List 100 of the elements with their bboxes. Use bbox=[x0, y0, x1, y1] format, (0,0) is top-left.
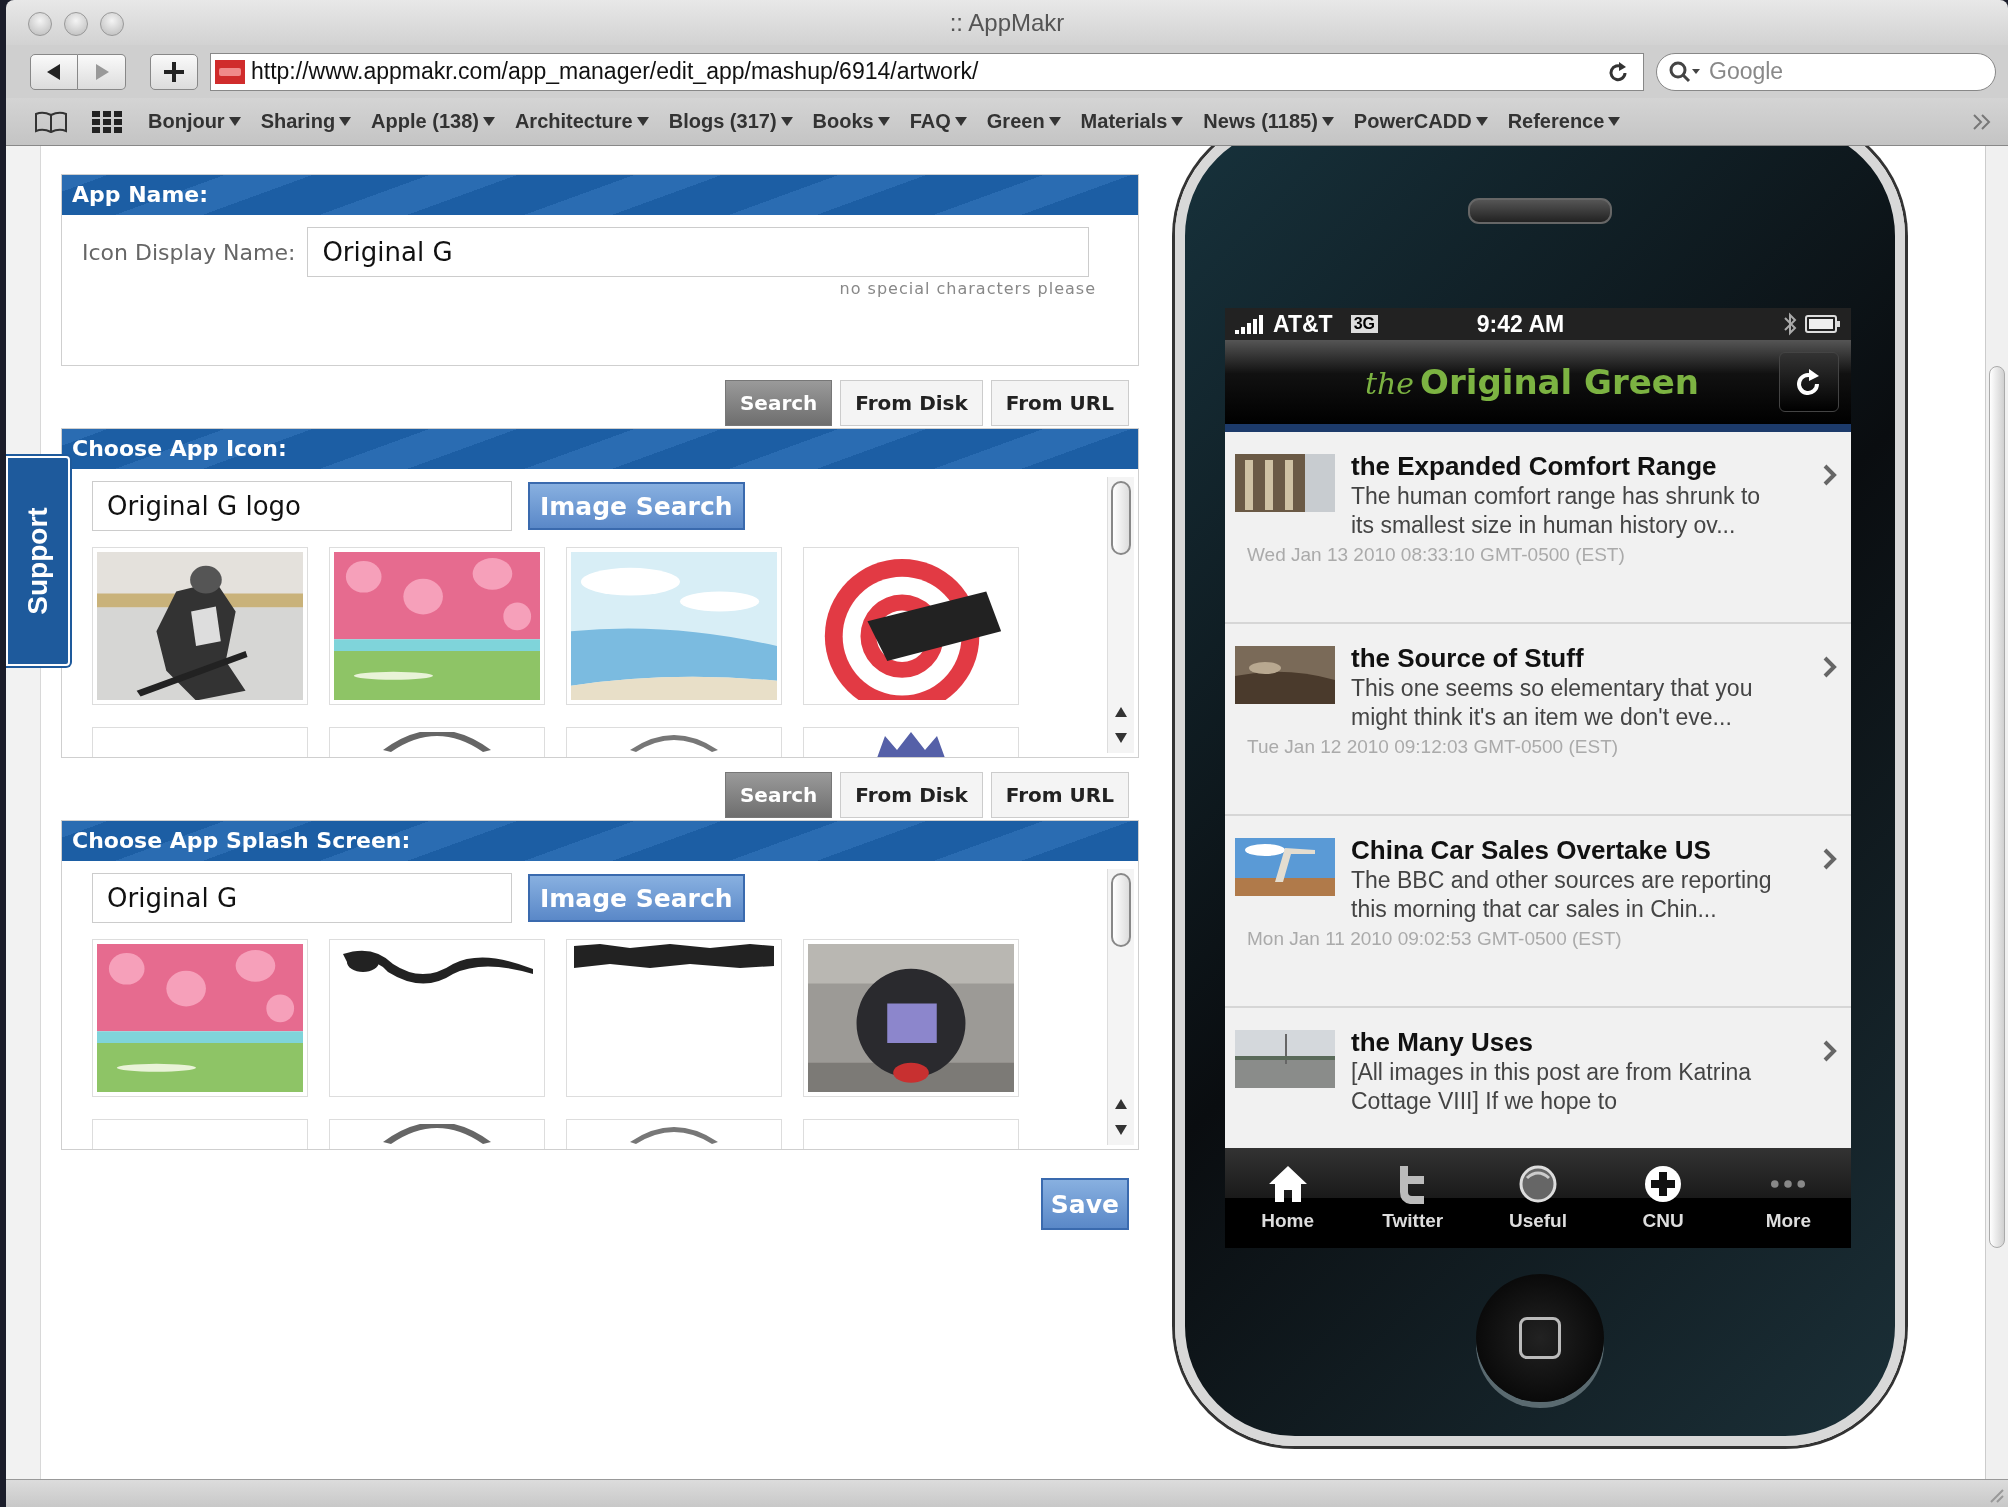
chevron-icon bbox=[1823, 1040, 1837, 1062]
battery-icon bbox=[1805, 315, 1841, 333]
window-title: :: AppMakr bbox=[949, 8, 1065, 37]
field-hint: no special characters please bbox=[839, 279, 1096, 298]
article-summary: The BBC and other sources are reporting this morning that car sales in Chin... bbox=[1351, 866, 1773, 924]
dropdown-caret-icon bbox=[954, 117, 967, 126]
bookmark-menu[interactable]: Architecture bbox=[514, 110, 649, 133]
dropdown-caret-icon bbox=[636, 117, 649, 126]
more-bookmarks-chevron-icon[interactable] bbox=[1972, 112, 1992, 131]
bookmark-menu[interactable]: Books bbox=[812, 110, 890, 133]
scroll-up-button[interactable] bbox=[1115, 1099, 1127, 1109]
bookmark-menu[interactable]: News (1185) bbox=[1203, 110, 1334, 133]
address-field[interactable]: http://www.appmakr.com/app_manager/edit_app/mashup/6914/artwork/ bbox=[210, 52, 1644, 91]
source-tab[interactable]: From URL bbox=[990, 772, 1129, 818]
top-sites-grid-icon[interactable] bbox=[92, 110, 122, 133]
forward-icon bbox=[93, 62, 110, 81]
tab-item[interactable]: CNU bbox=[1608, 1148, 1719, 1248]
article-row[interactable]: the Expanded Comfort Range The human comfort range has shrunk to its smallest size in human history ov... Wed Jan 13 2010 08:33:10 GMT-0500 (EST) bbox=[1225, 432, 1851, 624]
field-label: Icon Display Name: bbox=[82, 239, 296, 265]
dropdown-caret-icon bbox=[339, 117, 352, 126]
carrier-name: AT&T bbox=[1273, 310, 1333, 338]
search-field[interactable]: Google bbox=[1656, 52, 1996, 91]
refresh-button[interactable] bbox=[1779, 352, 1839, 412]
search-icon[interactable] bbox=[1668, 59, 1702, 84]
add-bookmark-button[interactable] bbox=[150, 53, 198, 90]
article-row[interactable]: China Car Sales Overtake US The BBC and other sources are reporting this morning that car sales in Chin... Mon Jan 11 2010 09:02:53 GMT-0500 (EST) bbox=[1225, 816, 1851, 1008]
bookmark-menu[interactable]: Blogs (317) bbox=[668, 110, 793, 133]
close-button[interactable] bbox=[28, 12, 52, 36]
signal-icon bbox=[1235, 314, 1265, 334]
tab-item[interactable]: More bbox=[1733, 1148, 1844, 1248]
scrollbar-thumb[interactable] bbox=[1111, 481, 1131, 555]
scrollbar[interactable] bbox=[1107, 869, 1134, 1145]
clock-time: 9:42 AM bbox=[1475, 310, 1566, 338]
scroll-down-button[interactable] bbox=[1115, 733, 1127, 743]
scrollbar-thumb[interactable] bbox=[1989, 366, 2005, 1248]
section-header: Choose App Icon: bbox=[62, 429, 1138, 469]
bluetooth-icon bbox=[1783, 312, 1797, 336]
article-title: the Expanded Comfort Range bbox=[1351, 450, 1718, 482]
bookmark-menu[interactable]: FAQ bbox=[909, 110, 967, 133]
image-query-field[interactable]: Original G logo bbox=[92, 481, 512, 531]
article-summary: The human comfort range has shrunk to its smallest size in human history ov... bbox=[1351, 482, 1762, 540]
app-title: Original Green bbox=[1420, 362, 1700, 402]
back-icon bbox=[46, 62, 62, 81]
bookmark-menu[interactable]: Reference bbox=[1507, 110, 1621, 133]
back-button[interactable] bbox=[30, 53, 78, 90]
bookmark-menu[interactable]: PowerCADD bbox=[1353, 110, 1488, 133]
dropdown-caret-icon bbox=[877, 117, 890, 126]
scroll-down-button[interactable] bbox=[1115, 1125, 1127, 1135]
site-favicon-icon bbox=[215, 59, 245, 84]
tab-item[interactable]: Home bbox=[1232, 1148, 1343, 1248]
chevron-icon bbox=[1823, 656, 1837, 678]
reload-icon[interactable] bbox=[1607, 59, 1629, 84]
article-row[interactable]: the Source of Stuff This one seems so elementary that you might think it's an item we don't eve... Tue Jan 12 2010 09:12:03 GMT-0500 (EST) bbox=[1225, 624, 1851, 816]
source-tab[interactable]: From Disk bbox=[840, 380, 983, 426]
zoom-button[interactable] bbox=[100, 12, 124, 36]
dropdown-caret-icon bbox=[1171, 117, 1184, 126]
article-title: the Source of Stuff bbox=[1351, 642, 1585, 674]
article-title: China Car Sales Overtake US bbox=[1351, 834, 1712, 866]
bookmark-menu[interactable]: Green bbox=[986, 110, 1061, 133]
source-tab[interactable]: Search bbox=[724, 772, 833, 818]
source-tab[interactable]: Search bbox=[724, 380, 833, 426]
dropdown-caret-icon bbox=[1048, 117, 1061, 126]
article-title: the Many Uses bbox=[1351, 1026, 1535, 1058]
article-date: Mon Jan 11 2010 09:02:53 GMT-0500 (EST) bbox=[1246, 928, 1623, 950]
app-title-prefix: the bbox=[1364, 366, 1415, 401]
section-header: Choose App Splash Screen: bbox=[62, 821, 1138, 861]
thumbnail-tile[interactable] bbox=[329, 939, 545, 1097]
source-tab[interactable]: From Disk bbox=[840, 772, 983, 818]
display-name-field[interactable]: Original G bbox=[307, 227, 1090, 277]
plus-icon bbox=[163, 60, 185, 83]
dropdown-caret-icon bbox=[1475, 117, 1488, 126]
page-scrollbar[interactable] bbox=[1986, 146, 2008, 1479]
support-tab[interactable]: Support bbox=[6, 456, 70, 666]
dropdown-caret-icon bbox=[780, 117, 793, 126]
bookmark-menu[interactable]: Bonjour bbox=[148, 110, 241, 133]
scrollbar-thumb[interactable] bbox=[1111, 873, 1131, 947]
article-date: Wed Jan 13 2010 08:33:10 GMT-0500 (EST) bbox=[1246, 544, 1626, 566]
scroll-up-button[interactable] bbox=[1115, 707, 1127, 717]
more-dots-icon bbox=[1771, 1179, 1806, 1189]
thumbnail-tile[interactable] bbox=[566, 939, 782, 1097]
dropdown-caret-icon bbox=[228, 117, 241, 126]
network-badge: 3G bbox=[1350, 315, 1378, 333]
source-tab[interactable]: From URL bbox=[990, 380, 1129, 426]
tab-item[interactable]: Useful bbox=[1482, 1148, 1593, 1248]
article-date: Tue Jan 12 2010 09:12:03 GMT-0500 (EST) bbox=[1246, 736, 1620, 758]
dropdown-caret-icon bbox=[1321, 117, 1334, 126]
minimize-button[interactable] bbox=[64, 12, 88, 36]
article-summary: This one seems so elementary that you might think it's an item we don't eve... bbox=[1351, 674, 1754, 732]
section-header: App Name: bbox=[62, 175, 1138, 215]
chevron-icon bbox=[1823, 848, 1837, 870]
bookmark-menu[interactable]: Materials bbox=[1080, 110, 1184, 133]
chevron-icon bbox=[1823, 464, 1837, 486]
bookmark-menu[interactable]: Apple (138) bbox=[371, 110, 495, 133]
bookmark-menu[interactable]: Sharing bbox=[260, 110, 352, 133]
bookmarks-book-icon[interactable] bbox=[34, 110, 68, 133]
scrollbar[interactable] bbox=[1107, 477, 1134, 753]
square-icon bbox=[1519, 1317, 1561, 1359]
image-query-field[interactable]: Original G bbox=[92, 873, 512, 923]
tab-item[interactable]: Twitter bbox=[1357, 1148, 1468, 1248]
dropdown-caret-icon bbox=[1608, 117, 1621, 126]
